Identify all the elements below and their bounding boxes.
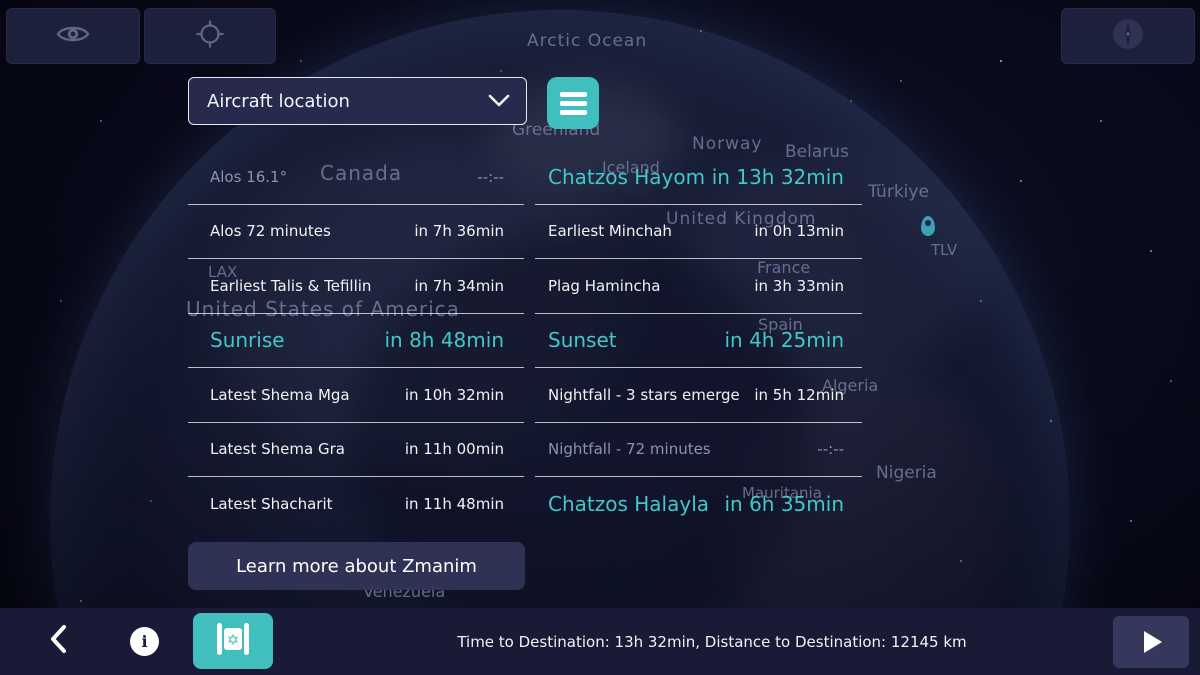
location-selector[interactable]: Aircraft location <box>188 77 527 125</box>
menu-button[interactable] <box>547 77 599 129</box>
zman-value: in 11h 48min <box>405 495 504 513</box>
compass-icon <box>1111 17 1145 55</box>
zman-value: in 11h 00min <box>405 440 504 458</box>
zman-label: Sunset <box>548 328 617 352</box>
zman-row-sunrise: Sunrise in 8h 48min <box>188 314 524 369</box>
zman-row-shema-gra: Latest Shema Gra in 11h 00min <box>188 423 524 478</box>
torah-scroll-icon: ✡ <box>213 621 253 661</box>
hamburger-icon <box>560 92 587 115</box>
zman-row-alos-72: Alos 72 minutes in 7h 36min <box>188 205 524 260</box>
zmanim-list-left: Alos 16.1° --:-- Alos 72 minutes in 7h 3… <box>188 150 524 532</box>
zman-row-nightfall-72: Nightfall - 72 minutes --:-- <box>535 423 862 478</box>
zman-label: Sunrise <box>210 328 285 352</box>
zman-value: in 0h 13min <box>754 222 844 240</box>
destination-map-pin-icon <box>921 216 935 236</box>
zman-label: Alos 72 minutes <box>210 222 331 240</box>
zman-value: in 8h 48min <box>384 328 504 352</box>
zman-label: Chatzos Halayla <box>548 492 709 516</box>
zman-row-chatzos-hayom: Chatzos Hayom in 13h 32min <box>535 150 862 205</box>
zman-value: in 10h 32min <box>405 386 504 404</box>
zman-label: Chatzos Hayom <box>548 165 705 189</box>
center-map-button[interactable] <box>144 8 276 64</box>
zman-value: in 7h 36min <box>414 222 504 240</box>
zman-value: --:-- <box>817 440 844 458</box>
play-button[interactable] <box>1113 616 1189 668</box>
location-selector-value: Aircraft location <box>207 91 488 112</box>
zman-row-alos-161: Alos 16.1° --:-- <box>188 150 524 205</box>
compass-button[interactable] <box>1061 8 1195 64</box>
bottom-bar: i ✡ Time to Destination: 13h 32min, Dist… <box>0 608 1200 675</box>
zman-value: --:-- <box>477 168 504 186</box>
zman-value: in 3h 33min <box>754 277 844 295</box>
learn-more-label: Learn more about Zmanim <box>236 556 477 577</box>
zman-value: in 13h 32min <box>712 165 844 189</box>
zman-value: in 7h 34min <box>414 277 504 295</box>
starfield <box>1000 60 1002 62</box>
moving-map-zmanim-screen: Arctic Ocean Greenland Canada Iceland No… <box>0 0 1200 675</box>
zman-value: in 5h 12min <box>754 386 844 404</box>
play-icon <box>1144 631 1162 653</box>
zman-row-plag-hamincha: Plag Hamincha in 3h 33min <box>535 259 862 314</box>
zman-row-shacharit: Latest Shacharit in 11h 48min <box>188 477 524 532</box>
visibility-toggle-button[interactable] <box>6 8 140 64</box>
learn-more-zmanim-button[interactable]: Learn more about Zmanim <box>188 542 525 590</box>
crosshair-icon <box>196 20 224 52</box>
zman-value: in 6h 35min <box>724 492 844 516</box>
back-button[interactable] <box>40 622 76 660</box>
zman-row-sunset: Sunset in 4h 25min <box>535 314 862 369</box>
info-button[interactable]: i <box>130 627 159 656</box>
zman-label: Nightfall - 3 stars emerge <box>548 386 740 404</box>
chevron-down-icon <box>488 91 510 112</box>
zman-label: Alos 16.1° <box>210 168 287 186</box>
zman-row-talis-tefillin: Earliest Talis & Tefillin in 7h 34min <box>188 259 524 314</box>
eye-icon <box>56 22 90 50</box>
info-icon: i <box>141 632 147 651</box>
zman-label: Nightfall - 72 minutes <box>548 440 711 458</box>
zman-row-chatzos-halayla: Chatzos Halayla in 6h 35min <box>535 477 862 532</box>
zman-row-earliest-minchah: Earliest Minchah in 0h 13min <box>535 205 862 260</box>
chevron-left-icon <box>49 624 67 658</box>
svg-text:✡: ✡ <box>227 631 240 649</box>
zman-value: in 4h 25min <box>724 328 844 352</box>
zman-row-shema-mga: Latest Shema Mga in 10h 32min <box>188 368 524 423</box>
zman-label: Plag Hamincha <box>548 277 660 295</box>
zman-row-nightfall-3-stars: Nightfall - 3 stars emerge in 5h 12min <box>535 368 862 423</box>
zman-label: Earliest Talis & Tefillin <box>210 277 371 295</box>
zman-label: Latest Shema Gra <box>210 440 345 458</box>
destination-status-text: Time to Destination: 13h 32min, Distance… <box>457 608 966 675</box>
zman-label: Latest Shema Mga <box>210 386 350 404</box>
zmanim-list-right: Chatzos Hayom in 13h 32min Earliest Minc… <box>535 150 862 532</box>
zman-label: Latest Shacharit <box>210 495 333 513</box>
zmanim-feature-button[interactable]: ✡ <box>193 613 273 669</box>
zman-label: Earliest Minchah <box>548 222 672 240</box>
